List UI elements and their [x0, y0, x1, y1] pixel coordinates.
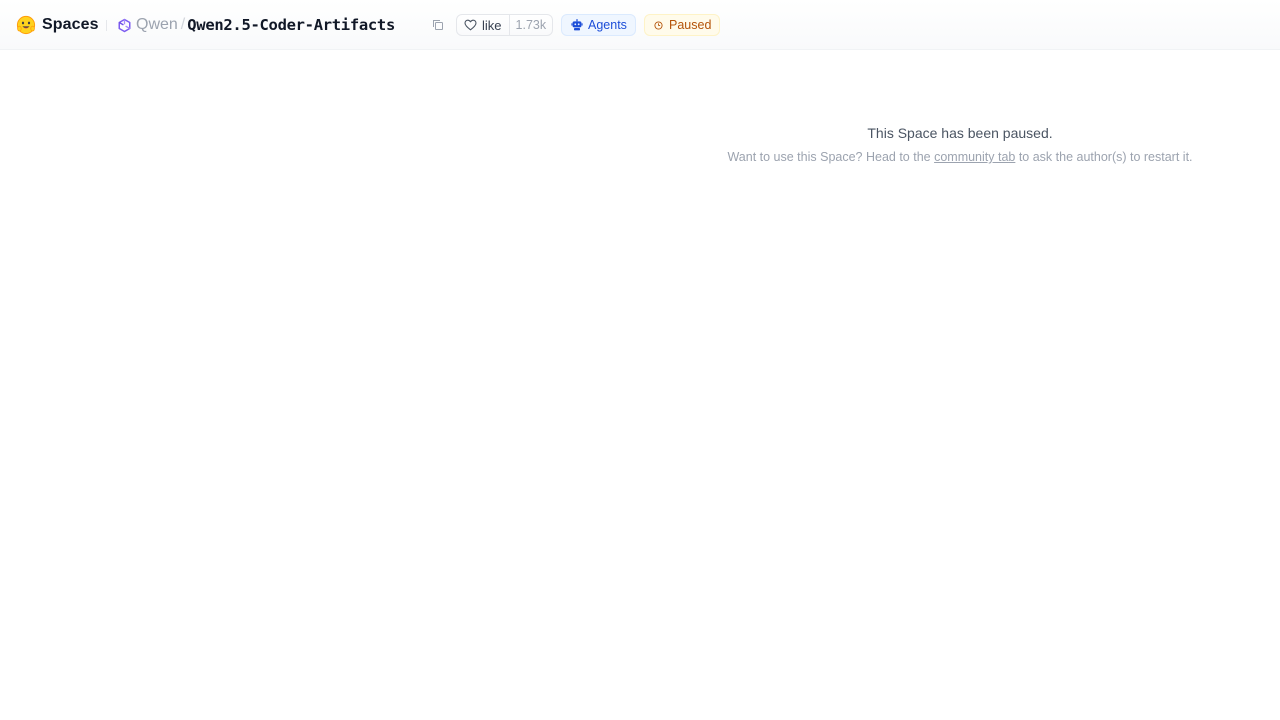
org-name-link[interactable]: Qwen — [136, 16, 178, 34]
qwen-logo-icon[interactable] — [117, 18, 132, 33]
spaces-home-link[interactable]: Spaces — [16, 13, 99, 37]
top-header: Spaces Qwen / Qwen2.5-Coder-Artifacts li… — [0, 0, 1280, 50]
notice-prefix: Want to use this Space? Head to the — [727, 150, 935, 164]
breadcrumb-separator: / — [180, 16, 186, 33]
agents-label: Agents — [588, 18, 627, 32]
like-button[interactable]: like — [457, 15, 510, 35]
like-count[interactable]: 1.73k — [510, 15, 553, 35]
like-label: like — [482, 17, 502, 33]
status-label: Paused — [669, 18, 712, 32]
heart-icon — [464, 19, 477, 31]
copy-icon[interactable] — [432, 19, 444, 31]
header-divider — [106, 20, 107, 31]
like-group: like 1.73k — [456, 14, 554, 36]
notice-subtitle: Want to use this Space? Head to the comm… — [640, 148, 1280, 166]
community-tab-link[interactable]: community tab — [934, 150, 1015, 164]
notice-title: This Space has been paused. — [867, 125, 1053, 141]
robot-icon — [571, 19, 583, 31]
status-badge: Paused — [644, 14, 721, 36]
clock-icon — [654, 20, 663, 30]
repo-breadcrumb: Qwen / Qwen2.5-Coder-Artifacts — [117, 14, 395, 36]
agents-badge[interactable]: Agents — [561, 14, 636, 36]
hugging-face-icon — [16, 15, 36, 35]
paused-notice: This Space has been paused. Want to use … — [640, 122, 1280, 166]
spaces-label: Spaces — [42, 16, 99, 33]
repo-name-link[interactable]: Qwen2.5-Coder-Artifacts — [187, 16, 395, 34]
notice-suffix: to ask the author(s) to restart it. — [1015, 150, 1193, 164]
